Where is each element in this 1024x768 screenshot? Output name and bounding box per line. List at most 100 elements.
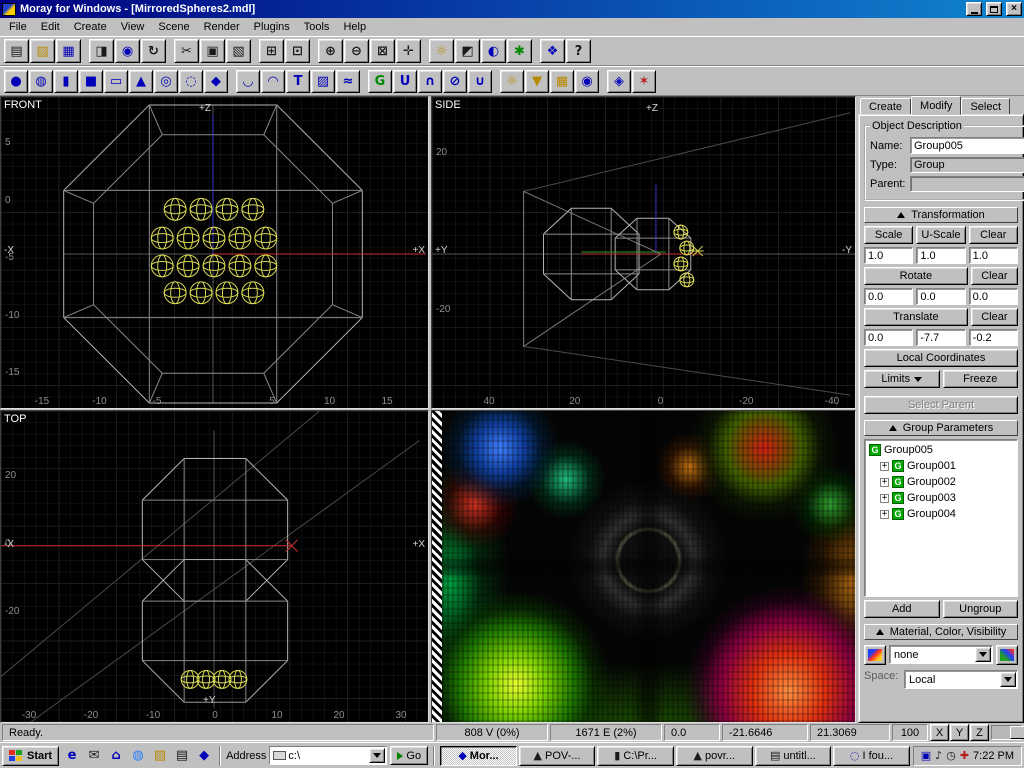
material-edit-button[interactable] xyxy=(996,645,1018,665)
bezier-tool-icon[interactable]: ≈ xyxy=(336,70,360,93)
blob-tool-icon[interactable]: ◍ xyxy=(29,70,53,93)
address-input[interactable] xyxy=(288,750,367,762)
internet-explorer-icon[interactable]: e xyxy=(62,747,82,765)
open-file-icon[interactable]: ▨ xyxy=(30,39,55,63)
go-button[interactable]: Go xyxy=(390,746,428,765)
taskbar-povray2-button[interactable]: ▲ povr... xyxy=(676,746,753,766)
csg-union-icon[interactable]: U xyxy=(393,70,417,93)
channels-icon[interactable]: ◍ xyxy=(128,747,148,765)
moray-icon[interactable]: ◆ xyxy=(194,747,214,765)
plugin-object-icon[interactable]: ✶ xyxy=(632,70,656,93)
scale-x-input[interactable] xyxy=(864,247,913,264)
cone-tool-icon[interactable]: ▲ xyxy=(129,70,153,93)
tree-item[interactable]: + G Group004 xyxy=(867,506,1015,522)
rotate-x-input[interactable] xyxy=(864,288,913,305)
show-desktop-icon[interactable]: ⌂ xyxy=(106,747,126,765)
taskbar-untitled-button[interactable]: ▤ untitl... xyxy=(755,746,832,766)
menu-item[interactable]: View xyxy=(114,19,152,35)
menu-item[interactable]: Create xyxy=(67,19,114,35)
render-window-icon[interactable]: ◨ xyxy=(89,39,114,63)
camera-tool-icon[interactable]: ◉ xyxy=(575,70,599,93)
expand-icon[interactable]: + xyxy=(880,494,889,503)
slider-thumb[interactable] xyxy=(1010,726,1024,739)
clear-translate-button[interactable]: Clear xyxy=(971,308,1018,326)
menu-item[interactable]: Tools xyxy=(297,19,337,35)
translate-x-input[interactable] xyxy=(864,329,913,346)
csg-group-icon[interactable]: G xyxy=(368,70,392,93)
zoom-out-icon[interactable]: ⊖ xyxy=(344,39,369,63)
arealight-tool-icon[interactable]: ▦ xyxy=(550,70,574,93)
material-combo-arrow[interactable] xyxy=(975,647,991,662)
zoom-extents-icon[interactable]: ⊠ xyxy=(370,39,395,63)
torus-tool-icon[interactable]: ◎ xyxy=(154,70,178,93)
cut-icon[interactable]: ✂ xyxy=(174,39,199,63)
close-button[interactable]: × xyxy=(1006,2,1022,16)
explorer-icon[interactable]: ▨ xyxy=(150,747,170,765)
start-button[interactable]: Start xyxy=(2,746,59,766)
help-icon[interactable]: ? xyxy=(566,39,591,63)
space-combo-arrow[interactable] xyxy=(1000,672,1016,687)
schedule-tray-icon[interactable]: ◷ xyxy=(946,750,956,761)
menu-item[interactable]: Scene xyxy=(151,19,196,35)
tree-item[interactable]: + G Group002 xyxy=(867,474,1015,490)
taskbar-dos-button[interactable]: ▮ C:\Pr... xyxy=(597,746,674,766)
taskbar-moray-button[interactable]: ◆ Mor... xyxy=(440,746,517,766)
axis-y-button[interactable]: Y xyxy=(950,724,969,741)
clear-scale-button[interactable]: Clear xyxy=(969,226,1018,244)
spotlight-tool-icon[interactable]: ▼ xyxy=(525,70,549,93)
redraw-icon[interactable]: ↻ xyxy=(141,39,166,63)
render-image[interactable] xyxy=(442,411,855,722)
scale-y-input[interactable] xyxy=(916,247,965,264)
axis-z-button[interactable]: Z xyxy=(970,724,989,741)
limits-button[interactable]: Limits xyxy=(864,370,940,388)
clear-rotate-button[interactable]: Clear xyxy=(971,267,1018,285)
menu-item[interactable]: Render xyxy=(197,19,247,35)
csg-difference-icon[interactable]: ⊘ xyxy=(443,70,467,93)
menu-item[interactable]: Plugins xyxy=(247,19,297,35)
volume-tray-icon[interactable]: ♪ xyxy=(935,750,942,761)
taskbar-povray-button[interactable]: ▲ POV-... xyxy=(519,746,596,766)
status-slider[interactable] xyxy=(991,725,1022,740)
text-tool-icon[interactable]: T xyxy=(286,70,310,93)
expand-icon[interactable]: + xyxy=(880,478,889,487)
ungroup-button[interactable]: Ungroup xyxy=(943,600,1019,618)
app-icon[interactable] xyxy=(2,3,16,16)
camera-view-icon[interactable]: ◉ xyxy=(115,39,140,63)
add-button[interactable]: Add xyxy=(864,600,940,618)
axis-x-button[interactable]: X xyxy=(930,724,949,741)
panel-tab[interactable]: Create xyxy=(860,98,911,115)
prism-tool-icon[interactable]: ◆ xyxy=(204,70,228,93)
top-viewport-canvas[interactable] xyxy=(1,411,428,722)
pointlight-tool-icon[interactable]: ☼ xyxy=(500,70,524,93)
uscale-button[interactable]: U-Scale xyxy=(916,226,965,244)
app-tray-icon[interactable]: ✚ xyxy=(960,750,969,761)
pan-icon[interactable]: ✛ xyxy=(396,39,421,63)
preferences-icon[interactable]: ✱ xyxy=(507,39,532,63)
taskbar-found-button[interactable]: ◌ I fou... xyxy=(833,746,910,766)
panel-tab[interactable]: Modify xyxy=(911,96,961,115)
snap-toggle-icon[interactable]: ⊡ xyxy=(285,39,310,63)
side-viewport-canvas[interactable] xyxy=(432,97,855,408)
material-editor-icon[interactable]: ◐ xyxy=(481,39,506,63)
cylinder-tool-icon[interactable]: ▮ xyxy=(54,70,78,93)
menu-item[interactable]: File xyxy=(2,19,34,35)
translate-button[interactable]: Translate xyxy=(864,308,968,326)
translate-y-input[interactable] xyxy=(916,329,965,346)
outlook-express-icon[interactable]: ✉ xyxy=(84,747,104,765)
translate-z-input[interactable] xyxy=(969,329,1018,346)
render-scene-icon[interactable]: ☼ xyxy=(429,39,454,63)
name-input[interactable] xyxy=(910,137,1024,154)
notepad-icon[interactable]: ▤ xyxy=(172,747,192,765)
group-parameters-header[interactable]: Group Parameters xyxy=(864,420,1018,436)
sor-tool-icon[interactable]: ◠ xyxy=(261,70,285,93)
disc-tool-icon[interactable]: ◌ xyxy=(179,70,203,93)
paste-icon[interactable]: ▧ xyxy=(226,39,251,63)
front-viewport-canvas[interactable] xyxy=(1,97,428,408)
material-browse-button[interactable] xyxy=(864,645,886,665)
rotate-button[interactable]: Rotate xyxy=(864,267,968,285)
render-options-icon[interactable]: ◩ xyxy=(455,39,480,63)
plane-tool-icon[interactable]: ▭ xyxy=(104,70,128,93)
transformation-header[interactable]: Transformation xyxy=(864,207,1018,223)
material-header[interactable]: Material, Color, Visibility xyxy=(864,624,1018,640)
menu-item[interactable]: Help xyxy=(336,19,373,35)
